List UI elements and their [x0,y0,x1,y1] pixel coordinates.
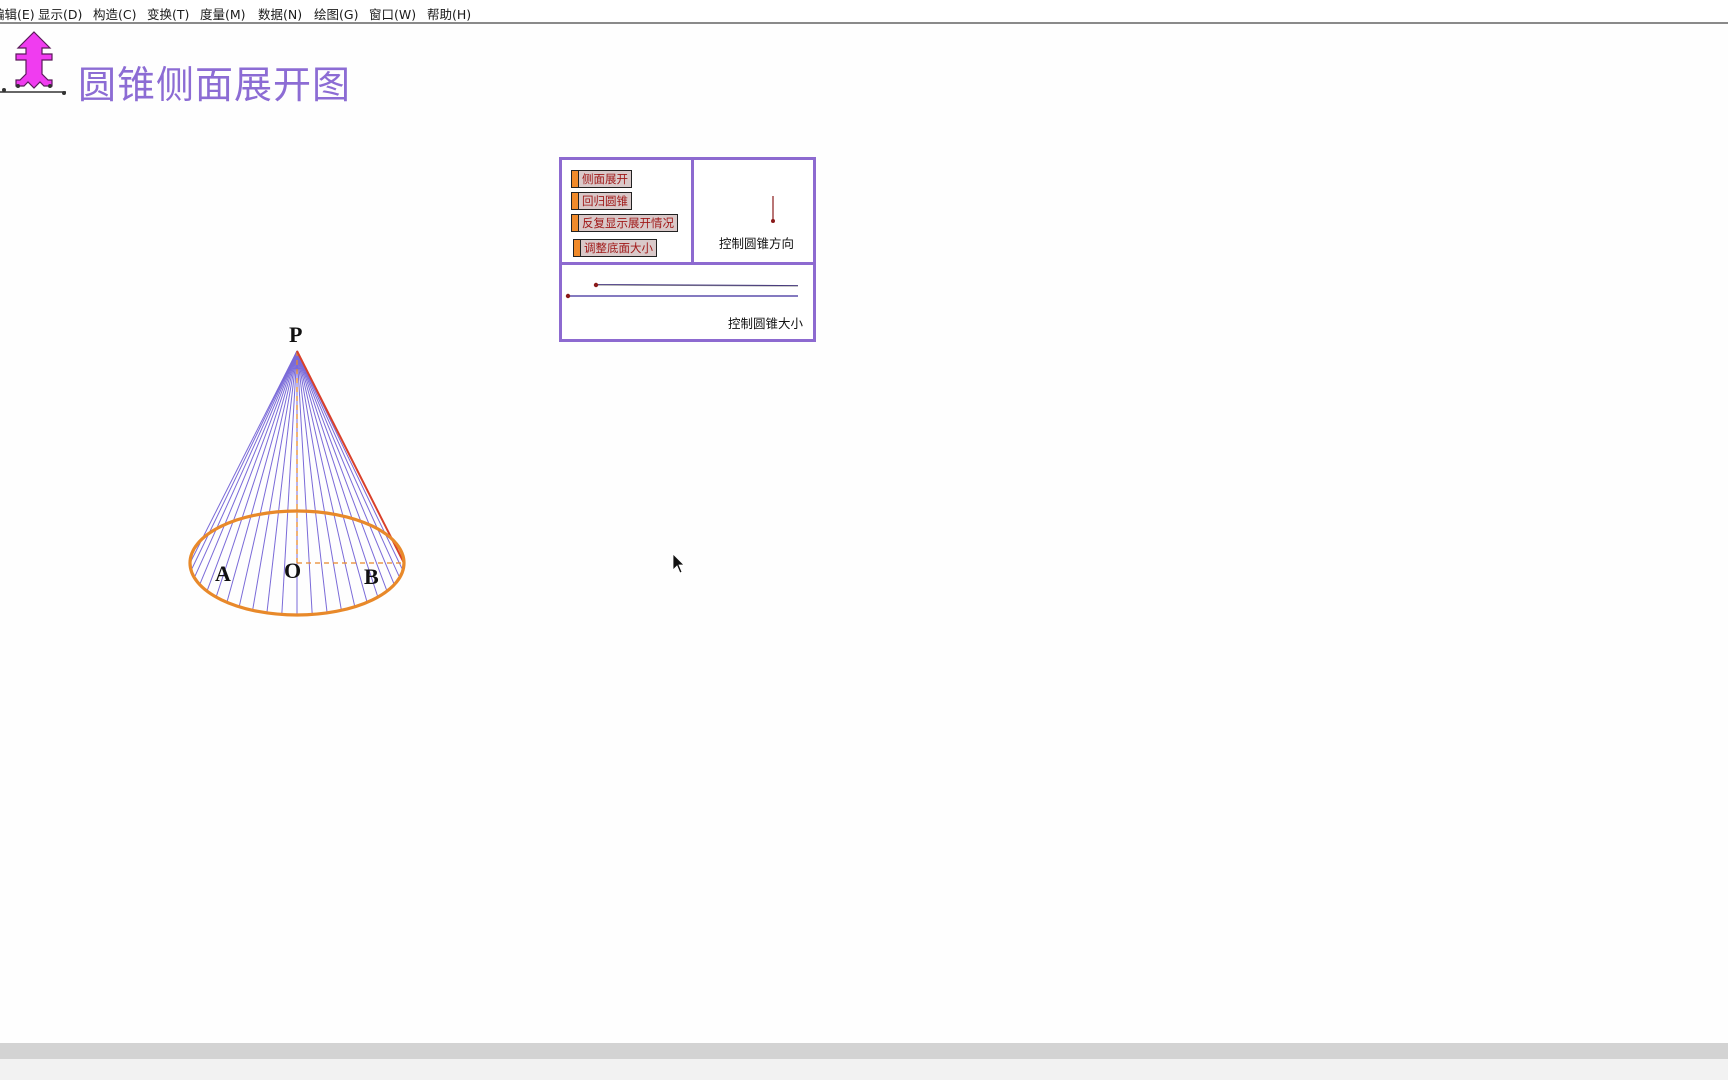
generatrix-line [189,350,298,564]
cone-figure [188,350,406,617]
generatrix-line [296,350,395,585]
generatrix-line [296,350,342,611]
point-label-p: P [289,322,303,347]
horizontal-scrollbar[interactable] [0,1043,1728,1059]
cone-edge-right [296,350,405,564]
point-label-b: B [364,564,379,589]
status-bar [0,1059,1728,1080]
generatrix-line [193,350,298,578]
point-label-o: O [284,558,302,583]
generatrix-line [296,350,368,603]
generatrix-line [199,350,298,585]
generatrix-line [190,350,298,571]
generatrix-line [296,350,401,578]
generatrix-line [296,350,356,607]
mouse-cursor-icon [672,553,685,574]
point-label-a: A [215,561,231,586]
